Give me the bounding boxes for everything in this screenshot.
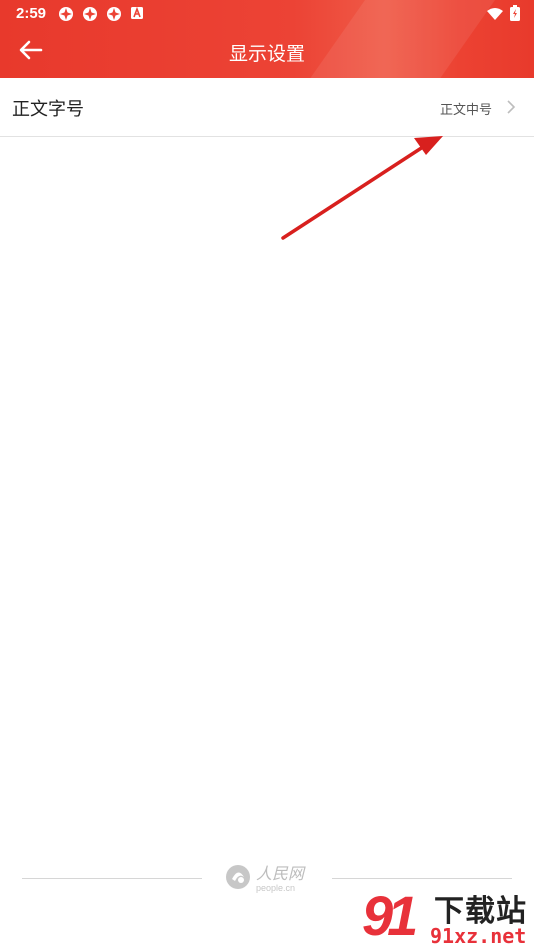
settings-row-value: 正文中号 bbox=[439, 103, 492, 118]
status-bar: 2:59 bbox=[0, 0, 534, 28]
watermark-domain: 91xz.net bbox=[430, 924, 527, 948]
app-notification-icon bbox=[58, 6, 74, 22]
settings-row-label: 正文字号 bbox=[12, 99, 84, 120]
settings-row-font-size[interactable]: 正文字号 正文中号 bbox=[0, 78, 534, 137]
notification-icons bbox=[58, 6, 144, 22]
app-notification-icon bbox=[82, 6, 98, 22]
status-right bbox=[486, 5, 520, 25]
battery-charging-icon bbox=[510, 5, 520, 25]
toolbar: 显示设置 bbox=[0, 28, 534, 78]
people-logo-icon bbox=[224, 863, 252, 895]
people-logo: 人民网 people.cn bbox=[224, 863, 304, 895]
app-notification-icon bbox=[106, 6, 122, 22]
chevron-right-icon bbox=[506, 99, 516, 119]
people-logo-en: people.cn bbox=[256, 882, 296, 893]
people-logo-cn: 人民网 bbox=[256, 863, 305, 883]
status-time: 2:59 bbox=[16, 5, 47, 22]
footer-divider-right bbox=[332, 878, 512, 879]
site-watermark: 91 下载站 91xz.net bbox=[362, 884, 534, 950]
footer-divider-left bbox=[22, 878, 202, 879]
page-title: 显示设置 bbox=[228, 43, 305, 65]
a-badge-icon bbox=[130, 6, 144, 22]
app-header: 2:59 显示设置 bbox=[0, 0, 534, 78]
annotation-arrow bbox=[281, 136, 443, 240]
watermark-mark: 91 bbox=[362, 884, 418, 947]
wifi-icon bbox=[486, 6, 504, 25]
